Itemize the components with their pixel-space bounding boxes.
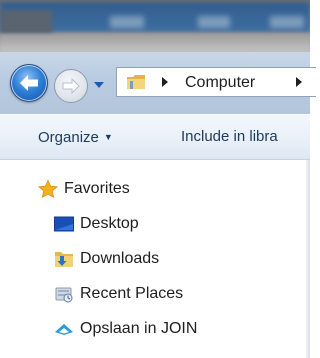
back-button[interactable] (10, 64, 48, 102)
include-in-library-label: Include in libra (181, 128, 278, 145)
cloud-icon (55, 324, 73, 335)
sidebar-item-label: Recent Places (80, 285, 184, 302)
include-in-library-button[interactable]: Include in libra (181, 127, 278, 147)
organize-label: Organize (38, 129, 99, 146)
chevron-down-icon: ▼ (103, 132, 113, 142)
background-tab-3 (270, 16, 304, 28)
background-tab-2 (198, 16, 230, 28)
background-file-tab (0, 10, 52, 34)
breadcrumb-arrow-icon[interactable] (295, 76, 303, 88)
background-window (0, 0, 310, 52)
sidebar-item-label: Desktop (80, 215, 139, 232)
organize-button[interactable]: Organize ▼ (38, 127, 113, 148)
folder-icon (127, 75, 145, 89)
forward-arrow-icon (62, 77, 80, 95)
navigation-pane: Favorites Desktop Downloads Recent Place… (0, 160, 310, 358)
command-bar: Organize ▼ Include in libra (0, 114, 310, 160)
sidebar-item-label: Opslaan in JOIN (80, 320, 198, 337)
recent-places-icon (55, 287, 73, 303)
desktop-icon (54, 216, 74, 232)
background-tab-1 (110, 16, 144, 28)
star-icon (38, 180, 58, 198)
back-arrow-icon (20, 75, 38, 91)
background-toolbar (0, 34, 310, 52)
pane-divider[interactable] (306, 160, 310, 358)
breadcrumb-computer[interactable]: Computer (185, 73, 255, 93)
address-navigation-bar: Computer (0, 52, 316, 114)
sidebar-item-label: Downloads (80, 250, 160, 267)
address-box[interactable]: Computer (116, 67, 316, 97)
breadcrumb-arrow-icon[interactable] (161, 76, 169, 88)
sidebar-item-label: Favorites (64, 180, 130, 197)
downloads-folder-icon (55, 252, 73, 267)
recent-pages-dropdown-icon[interactable] (92, 78, 106, 92)
forward-button[interactable] (54, 69, 88, 103)
